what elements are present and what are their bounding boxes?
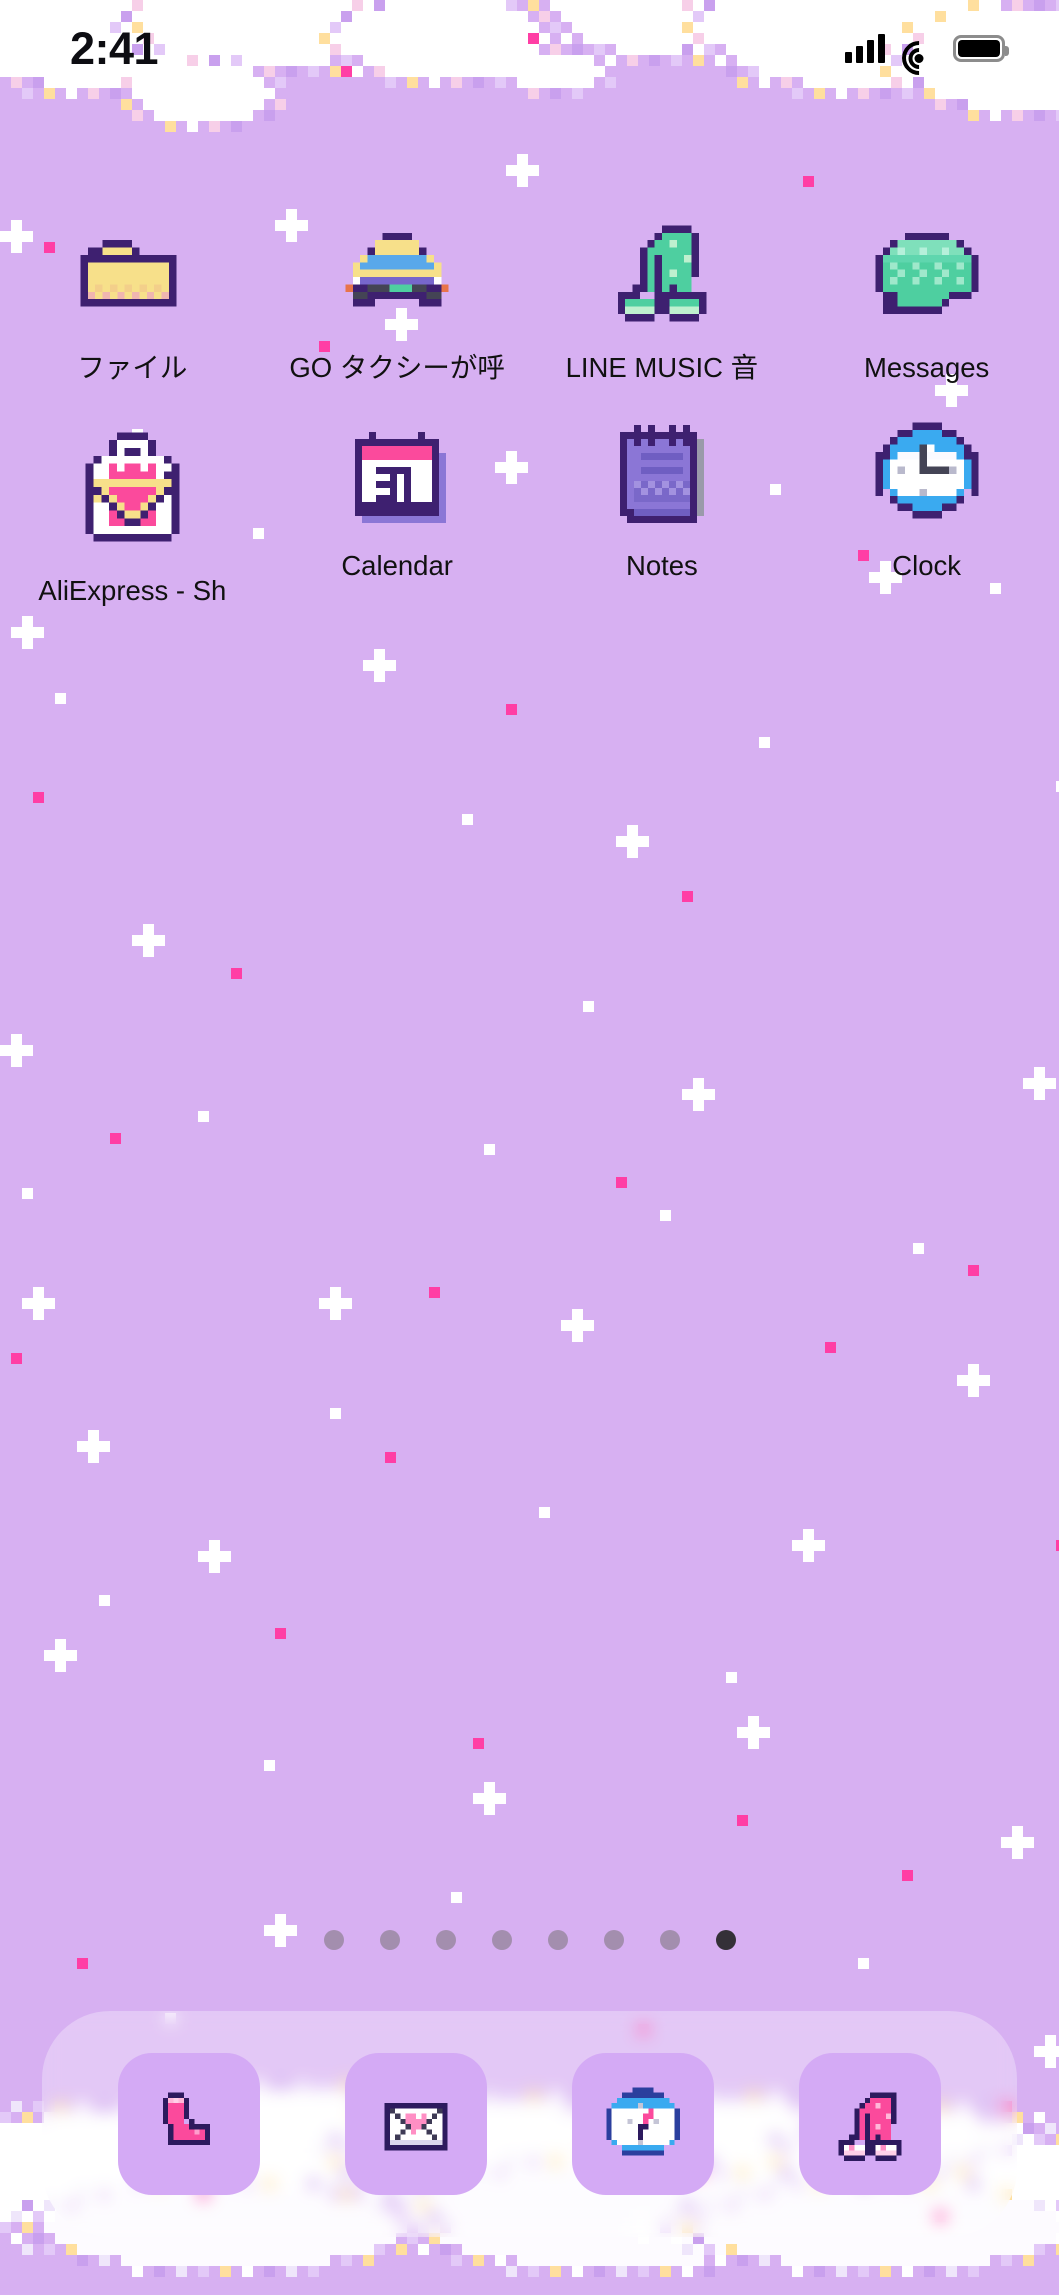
app-label: GO タクシーが呼: [289, 352, 505, 383]
app-icon-line-music[interactable]: LINE MUSIC 音: [530, 214, 795, 384]
app-icon-notes[interactable]: Notes: [530, 412, 795, 607]
page-indicator[interactable]: [0, 1930, 1059, 1950]
page-dot-active[interactable]: [715, 1930, 736, 1950]
app-label: AliExpress - Sh: [38, 574, 227, 606]
dock-app-safari[interactable]: [571, 2053, 714, 2195]
dock-app-phone[interactable]: [118, 2053, 261, 2195]
page-dot[interactable]: [603, 1930, 624, 1950]
wifi-icon: [894, 33, 944, 83]
shopping-bag-icon: [70, 412, 195, 562]
page-dot[interactable]: [547, 1930, 568, 1950]
speech-bubble-icon: [864, 214, 989, 339]
app-icon-aliexpress[interactable]: AliExpress - Sh: [0, 412, 265, 607]
page-dot[interactable]: [659, 1930, 680, 1950]
app-row-1: ファイル GO タクシーが呼 LINE MUSIC 音 Messages: [0, 214, 1059, 384]
folder-icon: [70, 214, 195, 339]
phone-handset-icon: [163, 2092, 211, 2145]
notepad-icon: [599, 412, 724, 537]
app-label: LINE MUSIC 音: [565, 352, 759, 383]
dock: [42, 2011, 1017, 2237]
dock-app-mail[interactable]: [345, 2053, 488, 2195]
compass-icon: [606, 2087, 680, 2156]
app-label: Notes: [625, 549, 698, 581]
app-label: Clock: [892, 549, 961, 581]
status-time: 2:41: [70, 22, 159, 74]
app-icon-calendar[interactable]: Calendar: [265, 412, 530, 607]
page-dot[interactable]: [491, 1930, 512, 1950]
status-bar: 2:41: [0, 0, 1059, 96]
app-label: Messages: [863, 352, 990, 383]
music-note-icon: [599, 214, 724, 339]
page-dot[interactable]: [323, 1930, 344, 1950]
clock-icon: [864, 412, 989, 537]
signal-bars-icon: [845, 33, 885, 63]
app-icon-files[interactable]: ファイル: [0, 214, 265, 384]
page-dot[interactable]: [379, 1930, 400, 1950]
app-row-2: AliExpress - Sh Calendar Notes Clock: [0, 412, 1059, 607]
app-icon-messages[interactable]: Messages: [794, 214, 1059, 384]
calendar-icon: [335, 412, 460, 537]
status-indicators: [845, 33, 1009, 83]
app-label: Calendar: [341, 549, 453, 581]
app-icon-go-taxi[interactable]: GO タクシーが呼: [265, 214, 530, 384]
envelope-heart-icon: [384, 2103, 448, 2151]
app-label: ファイル: [77, 352, 188, 383]
music-note-icon: [838, 2092, 902, 2161]
taxi-icon: [335, 214, 460, 339]
page-dot[interactable]: [435, 1930, 456, 1950]
battery-full-icon: [953, 34, 1009, 62]
app-icon-clock[interactable]: Clock: [794, 412, 1059, 607]
app-grid: ファイル GO タクシーが呼 LINE MUSIC 音 Messages Ali…: [0, 214, 1059, 606]
dock-app-music[interactable]: [798, 2053, 941, 2195]
